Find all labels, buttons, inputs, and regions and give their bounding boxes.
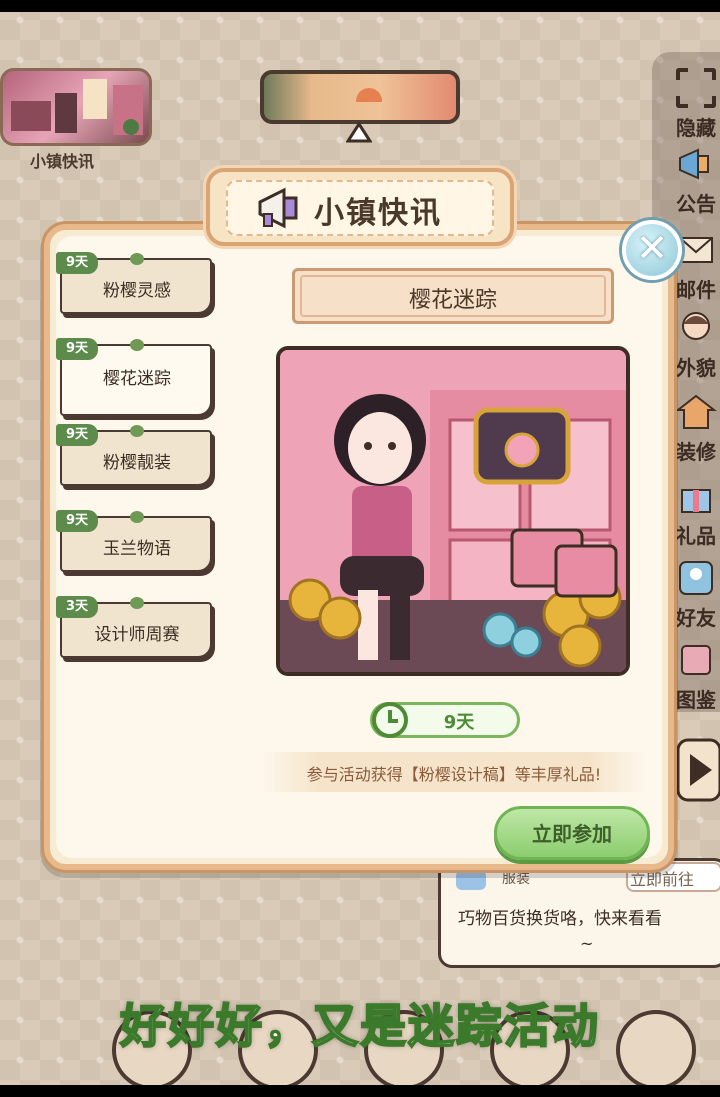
clothing-icon xyxy=(456,870,486,890)
event-illustration xyxy=(280,350,626,672)
modal-title: 小镇快讯 xyxy=(314,196,442,231)
event-label: 玉兰物语 xyxy=(103,539,171,559)
close-button[interactable]: ✕ xyxy=(622,220,682,280)
event-days-badge: 9天 xyxy=(56,510,98,532)
pin-icon xyxy=(130,253,144,265)
sidebar-item-announcement[interactable]: 公告 xyxy=(662,138,720,218)
bottom-bar xyxy=(0,1085,720,1097)
video-caption: 好好好，又是迷踪活动 xyxy=(119,998,600,1054)
pin-icon xyxy=(130,511,144,523)
clock-icon xyxy=(372,702,408,738)
appearance-icon xyxy=(682,312,710,340)
event-days-badge: 3天 xyxy=(56,596,98,618)
megaphone-icon xyxy=(258,187,298,229)
friends-icon xyxy=(679,561,713,595)
event-label: 粉樱灵感 xyxy=(103,281,171,301)
event-days-badge: 9天 xyxy=(56,424,98,446)
event-artwork xyxy=(276,346,630,676)
event-label: 粉樱靓装 xyxy=(103,453,171,473)
sidebar-label: 隐藏 xyxy=(676,116,716,140)
sidebar-item-hide[interactable]: 隐藏 xyxy=(662,62,720,142)
news-thumbnail[interactable] xyxy=(0,68,152,146)
play-icon[interactable] xyxy=(676,738,720,802)
event-timer-value: 9天 xyxy=(443,712,475,733)
event-description: 参与活动获得【粉樱设计稿】等丰厚礼品! xyxy=(306,765,602,784)
sidebar-label: 公告 xyxy=(676,192,716,216)
status-bar xyxy=(0,0,720,12)
join-button-label: 立即参加 xyxy=(532,822,612,846)
news-thumbnail-label: 小镇快讯 xyxy=(29,152,94,171)
collection-icon xyxy=(681,645,711,675)
announcement-icon xyxy=(679,148,709,180)
expand-arrow-icon[interactable] xyxy=(346,122,372,144)
event-days-badge: 9天 xyxy=(56,252,98,274)
event-title: 樱花迷踪 xyxy=(408,288,497,313)
pin-icon xyxy=(130,339,144,351)
event-days-badge: 9天 xyxy=(56,338,98,360)
event-label: 设计师周赛 xyxy=(94,625,180,645)
notice-label: 服装 xyxy=(502,871,530,887)
pin-icon xyxy=(130,425,144,437)
notice-text: 巧物百货换货咯，快来看看 xyxy=(458,909,662,929)
gift-icon xyxy=(681,489,711,513)
decoration-icon xyxy=(675,394,717,429)
pin-icon xyxy=(130,597,144,609)
event-label: 樱花迷踪 xyxy=(103,369,171,389)
close-icon: ✕ xyxy=(636,226,668,270)
notice-tilde: ~ xyxy=(580,934,594,953)
hide-icon xyxy=(676,68,716,108)
